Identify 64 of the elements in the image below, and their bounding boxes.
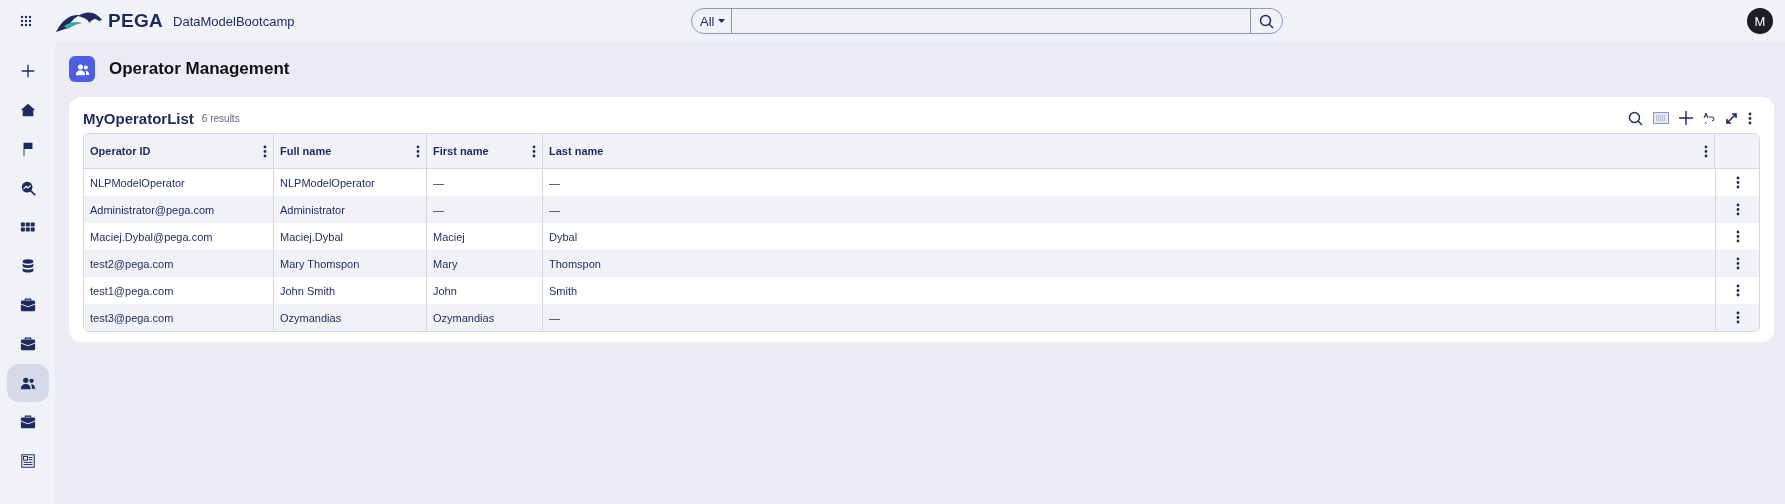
expand-icon[interactable] (1725, 111, 1738, 125)
result-count: 6 results (201, 112, 240, 124)
chart-search-icon (19, 180, 36, 196)
column-header: First name (433, 145, 489, 157)
column-header: Operator ID (90, 145, 151, 157)
people-icon (19, 375, 36, 391)
table-cell: — (549, 176, 560, 189)
search-icon (1259, 13, 1274, 29)
app-name: DataModelBootcamp (173, 13, 295, 29)
row-actions-icon[interactable] (1735, 230, 1740, 243)
column-header: Last name (549, 145, 604, 157)
document-icon (19, 453, 36, 469)
column-header: Full name (280, 145, 332, 157)
table-cell: test2@pega.com (90, 257, 174, 270)
table-cell: Smith (549, 284, 578, 297)
table-cell: Administrator (280, 203, 345, 216)
logo-icon (56, 10, 102, 32)
table-cell: Mary Thomspon (280, 257, 360, 270)
more-icon[interactable] (532, 144, 536, 158)
more-icon[interactable] (1748, 111, 1752, 125)
people-icon (69, 56, 95, 82)
plus-icon (19, 63, 36, 79)
briefcase-icon (19, 336, 36, 352)
spell-check-icon[interactable] (1703, 112, 1715, 124)
table-cell: Maciej.Dybal (280, 230, 343, 243)
sidebar-item[interactable] (6, 364, 49, 402)
table-cell: John Smith (280, 284, 336, 297)
table-cell: test3@pega.com (90, 311, 174, 324)
table-cell: Dybal (549, 230, 578, 243)
row-actions-icon[interactable] (1735, 203, 1740, 216)
table-cell: Ozymandias (433, 311, 495, 324)
list-title: MyOperatorList (83, 109, 194, 127)
row-actions-icon[interactable] (1735, 284, 1740, 297)
more-icon[interactable] (1704, 144, 1708, 158)
more-icon[interactable] (263, 144, 267, 158)
row-actions-icon[interactable] (1735, 311, 1740, 324)
table-cell: — (549, 311, 560, 324)
table-cell: John (433, 284, 457, 297)
row-actions-icon[interactable] (1735, 176, 1740, 189)
app-launcher-icon[interactable] (18, 13, 34, 29)
more-icon[interactable] (416, 144, 420, 158)
brand-name: PEGA (108, 10, 164, 32)
table-cell: Thomspon (549, 257, 601, 270)
table-cell: NLPModelOperator (280, 176, 375, 189)
table-cell: Maciej (433, 230, 465, 243)
table-cell: Ozymandias (280, 311, 342, 324)
plus-icon[interactable] (1679, 111, 1693, 125)
table-cell: test1@pega.com (90, 284, 174, 297)
row-actions-icon[interactable] (1735, 257, 1740, 270)
briefcase-icon (19, 297, 36, 313)
search-icon[interactable] (1628, 110, 1643, 126)
table-cell: — (433, 203, 444, 216)
table-cell: — (433, 176, 444, 189)
briefcase-icon (19, 414, 36, 430)
table-cell: Maciej.Dybal@pega.com (90, 230, 213, 243)
page-title: Operator Management (109, 59, 290, 79)
table-cell: — (549, 203, 560, 216)
caret-icon (718, 19, 726, 23)
user-avatar[interactable]: M (1747, 8, 1773, 34)
table-cell: NLPModelOperator (90, 176, 185, 189)
table-cell: Administrator@pega.com (90, 203, 215, 216)
home-icon (19, 102, 36, 118)
scope-dropdown[interactable]: All (692, 9, 733, 33)
table-cell: Mary (433, 257, 458, 270)
